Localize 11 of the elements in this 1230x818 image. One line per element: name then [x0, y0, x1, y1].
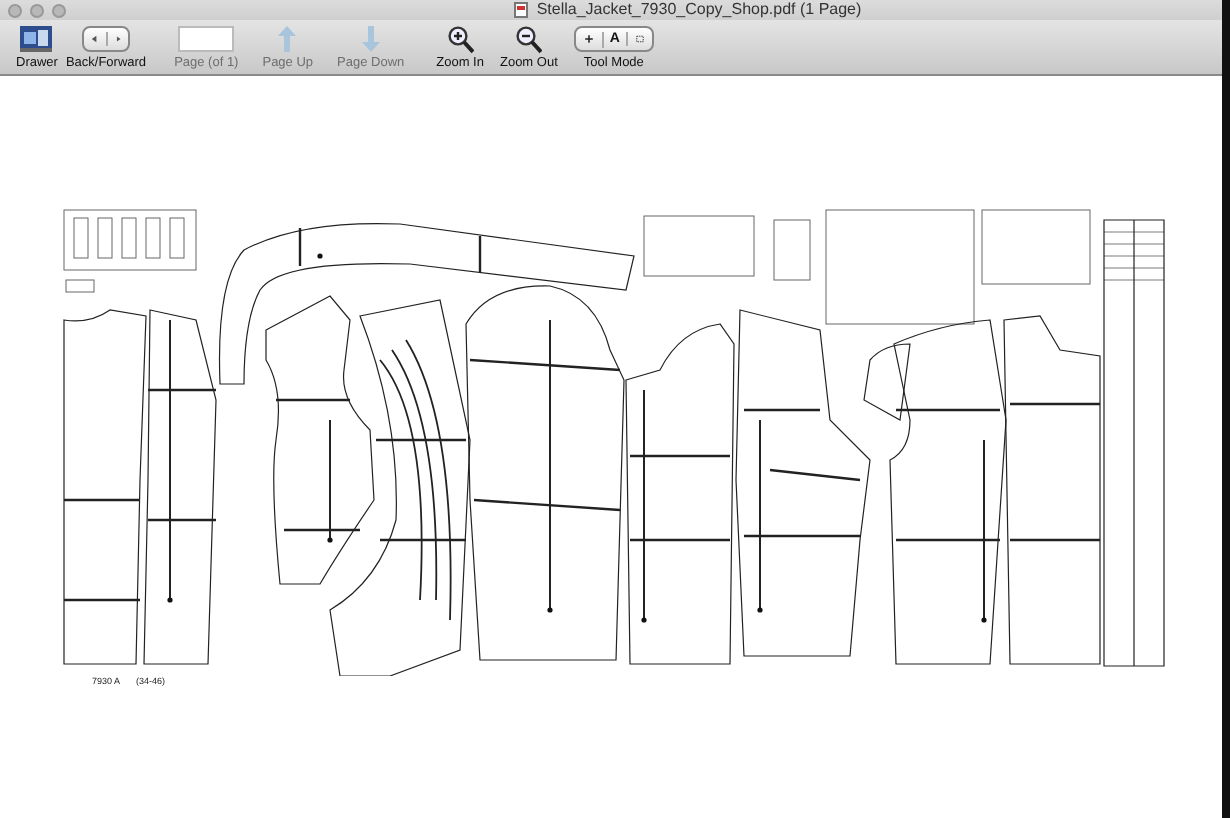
down-arrow-icon — [361, 26, 380, 52]
zoom-in-icon — [447, 25, 474, 53]
drawer-icon — [20, 26, 53, 52]
close-window-button[interactable] — [8, 3, 22, 17]
window-title: Stella_Jacket_7930_Copy_Shop.pdf (1 Page) — [536, 0, 862, 20]
minimize-window-button[interactable] — [30, 3, 44, 17]
pdf-document-icon — [514, 2, 529, 18]
zoom-out-icon — [515, 25, 542, 53]
back-forward-control[interactable] — [82, 26, 130, 52]
up-arrow-icon — [278, 26, 297, 52]
zoom-window-button[interactable] — [52, 3, 66, 17]
